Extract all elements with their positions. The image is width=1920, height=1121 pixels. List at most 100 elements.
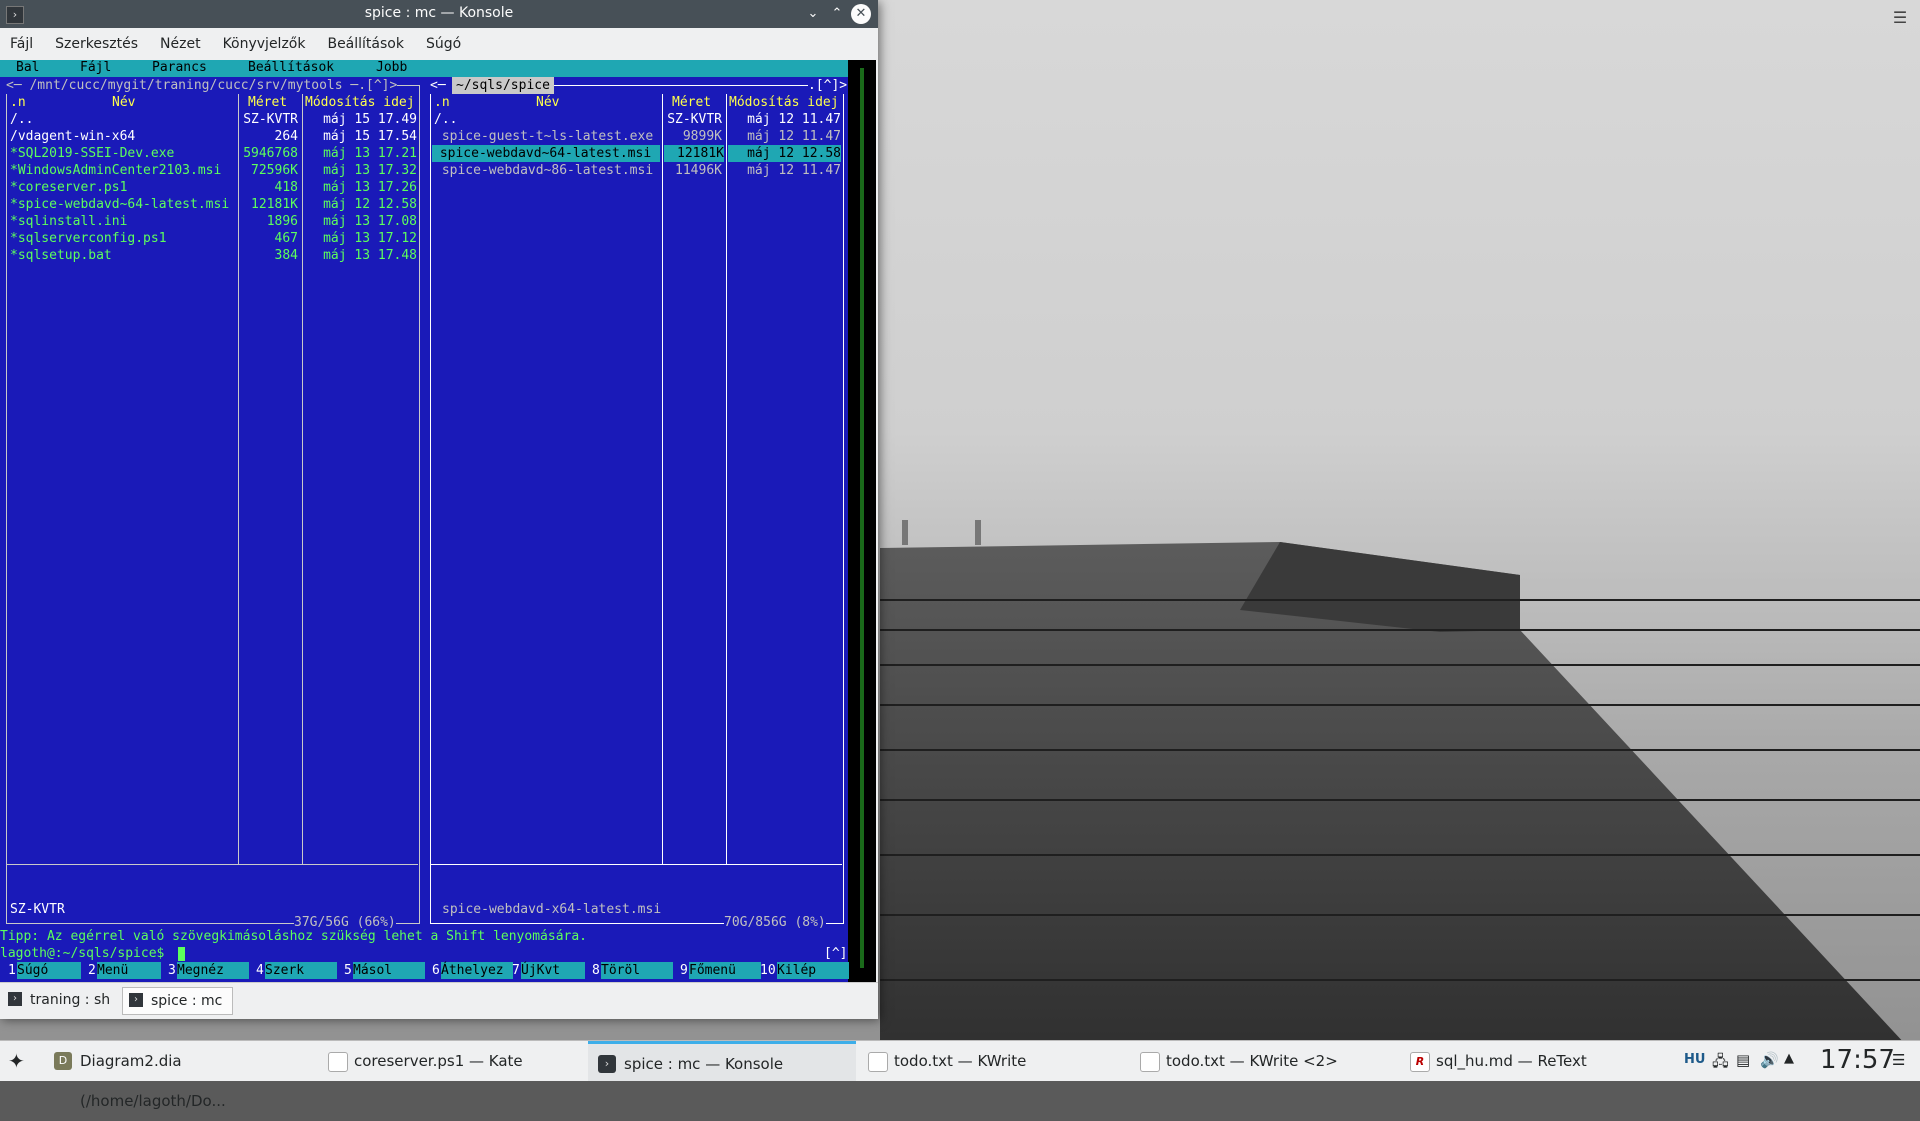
mc-menu-right[interactable]: Jobb — [376, 60, 407, 75]
network-icon[interactable]: 🖧 — [1712, 1051, 1729, 1076]
fkey-help-button[interactable]: Súgó — [17, 962, 81, 979]
cursor — [178, 947, 185, 961]
tab-traning[interactable]: › traning : sh — [2, 987, 120, 1013]
fkey-menu-button[interactable]: Menü — [97, 962, 161, 979]
mc-menu-command[interactable]: Parancs — [152, 60, 207, 75]
task-label: spice : mc — Konsole — [624, 1055, 784, 1073]
file-date: máj 12 11.47 — [747, 163, 841, 178]
document-icon — [1140, 1052, 1160, 1072]
file-size: SZ-KVTR — [667, 112, 722, 127]
clock[interactable]: 17:57 — [1820, 1045, 1895, 1075]
fkey-view-button[interactable]: Megnéz — [177, 962, 249, 979]
menu-edit[interactable]: Szerkesztés — [55, 36, 138, 52]
file-name: /.. — [10, 112, 34, 127]
task-kate[interactable]: coreserver.ps1 — Kate — [318, 1041, 588, 1081]
file-name: *SQL2019-SSEI-Dev.exe — [10, 146, 175, 161]
fkey-edit-button[interactable]: Szerk — [265, 962, 337, 979]
clipboard-icon[interactable]: ▤ — [1736, 1051, 1750, 1069]
right-panel-corner: <─ — [430, 77, 454, 94]
fkey-number: 9 — [680, 963, 688, 978]
file-size: 9899K — [682, 129, 722, 144]
file-date: máj 13 17.48 — [323, 248, 417, 263]
task-konsole[interactable]: › spice : mc — Konsole — [588, 1041, 856, 1081]
menu-file[interactable]: Fájl — [10, 36, 33, 52]
volume-icon[interactable]: 🔊 — [1760, 1051, 1779, 1069]
pier-image — [880, 520, 1920, 1060]
file-size: 12181K — [251, 197, 298, 212]
terminal[interactable]: Bal Fájl Parancs Beállítások Jobb <─ /mn… — [0, 60, 876, 982]
fkey-number: 3 — [168, 963, 176, 978]
menu-view[interactable]: Nézet — [160, 36, 201, 52]
prompt-history-button[interactable]: [^] — [824, 945, 848, 962]
tab-spice[interactable]: › spice : mc — [122, 987, 234, 1015]
left-panel[interactable]: <─ /mnt/cucc/mygit/traning/cucc/srv/myto… — [0, 77, 424, 982]
mc-menu-file[interactable]: Fájl — [80, 60, 111, 75]
desktop-menu-icon[interactable]: ☰ — [1890, 8, 1910, 28]
file-name: spice-webdavd~86-latest.msi — [434, 163, 654, 178]
mc-menu-bar: Bal Fájl Parancs Beállítások Jobb — [0, 60, 848, 77]
file-name: *spice-webdavd~64-latest.msi — [10, 197, 230, 212]
menu-settings[interactable]: Beállítások — [327, 36, 404, 52]
file-size: 418 — [274, 180, 298, 195]
file-size: 1896 — [266, 214, 298, 229]
fkey-move-button[interactable]: Áthelyez — [441, 962, 513, 979]
task-diagram[interactable]: D Diagram2.dia (/home/lagoth/Do... — [44, 1041, 314, 1110]
task-label: todo.txt — KWrite <2> — [1166, 1052, 1338, 1070]
task-label: Diagram2.dia (/home/lagoth/Do... — [80, 1052, 226, 1110]
mc-menu-options[interactable]: Beállítások — [248, 60, 334, 75]
keyboard-layout[interactable]: HU — [1684, 1052, 1705, 1067]
fkey-delete-button[interactable]: Töröl — [601, 962, 673, 979]
task-kwrite-2[interactable]: todo.txt — KWrite <2> — [1130, 1041, 1400, 1081]
left-header-mtime[interactable]: Módosítás idej — [305, 94, 415, 111]
tray-expand-icon[interactable]: ▲ — [1784, 1051, 1794, 1066]
hint-line: Tipp: Az egérrel való szövegkimásoláshoz… — [0, 929, 587, 944]
left-header-name[interactable]: Név — [112, 94, 135, 111]
terminal-icon: › — [129, 993, 143, 1007]
fkey-number: 10 — [760, 963, 776, 978]
command-prompt[interactable]: lagoth@:~/sqls/spice$ — [0, 945, 164, 962]
file-date: máj 12 11.47 — [747, 129, 841, 144]
file-size: SZ-KVTR — [243, 112, 298, 127]
fkey-copy-button[interactable]: Másol — [353, 962, 425, 979]
left-panel-path[interactable]: <─ /mnt/cucc/mygit/traning/cucc/srv/myto… — [6, 77, 398, 94]
minimize-icon[interactable]: ⌄ — [803, 4, 823, 24]
right-panel-path[interactable]: ~/sqls/spice — [452, 77, 554, 94]
fkey-mkdir-button[interactable]: ÚjKvt — [521, 962, 585, 979]
title-bar[interactable]: › spice : mc — Konsole ⌄ ⌃ ✕ — [0, 0, 878, 28]
close-icon[interactable]: ✕ — [851, 4, 871, 24]
right-header-name[interactable]: Név — [536, 94, 559, 111]
maximize-icon[interactable]: ⌃ — [827, 4, 847, 24]
retext-icon: R — [1410, 1052, 1430, 1072]
tab-label: spice : mc — [151, 993, 223, 1009]
file-date: máj 13 17.21 — [323, 146, 417, 161]
task-retext[interactable]: R sql_hu.md — ReText — [1400, 1041, 1660, 1081]
file-name: *sqlinstall.ini — [10, 214, 128, 229]
fkey-number: 7 — [512, 963, 520, 978]
left-header-n[interactable]: .n — [10, 94, 26, 111]
right-panel[interactable]: <─ ~/sqls/spice .[^]> .n Név Méret Módos… — [424, 77, 848, 982]
menu-bookmarks[interactable]: Könyvjelzők — [223, 36, 306, 52]
file-name: spice-guest-t~ls-latest.exe — [434, 129, 654, 144]
right-panel-frame — [430, 85, 844, 924]
file-name: *coreserver.ps1 — [10, 180, 128, 195]
fkey-number: 2 — [88, 963, 96, 978]
fkey-number: 4 — [256, 963, 264, 978]
right-header-n[interactable]: .n — [434, 94, 450, 111]
right-header-mtime[interactable]: Módosítás idej — [729, 94, 839, 111]
fkey-quit-button[interactable]: Kilép — [777, 962, 849, 979]
fkey-number: 1 — [8, 963, 16, 978]
task-label: todo.txt — KWrite — [894, 1052, 1027, 1070]
fkey-pulldown-button[interactable]: Főmenü — [689, 962, 761, 979]
application-launcher-icon[interactable]: ✦ — [8, 1049, 32, 1073]
mc-menu-left[interactable]: Bal — [16, 60, 39, 75]
panel-menu-icon[interactable]: ☰ — [1892, 1051, 1905, 1069]
terminal-scrollbar[interactable] — [860, 68, 864, 968]
task-kwrite[interactable]: todo.txt — KWrite — [858, 1041, 1128, 1081]
tab-label: traning : sh — [30, 992, 111, 1008]
fkey-number: 6 — [432, 963, 440, 978]
left-header-size[interactable]: Méret — [248, 94, 287, 111]
right-header-size[interactable]: Méret — [672, 94, 711, 111]
menu-help[interactable]: Súgó — [426, 36, 461, 52]
fkey-number: 5 — [344, 963, 352, 978]
right-panel-path-right[interactable]: .[^]> — [808, 77, 848, 94]
